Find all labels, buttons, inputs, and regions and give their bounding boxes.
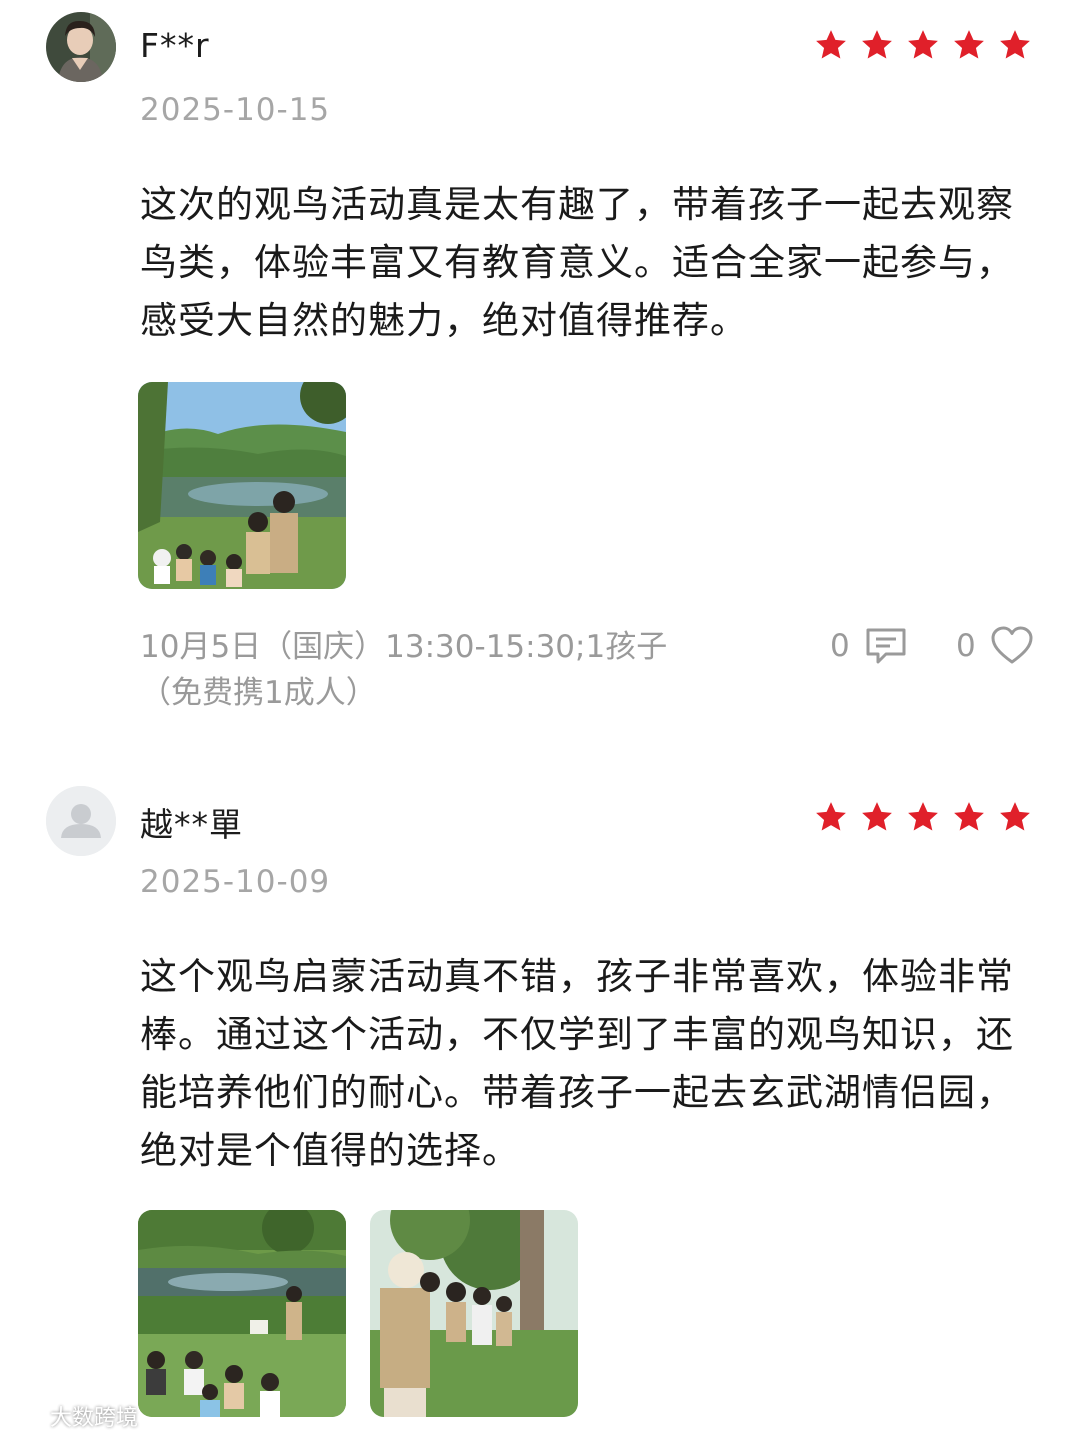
session-info: 10月5日（国庆）13:30-15:30;1孩子（免费携1成人） xyxy=(140,629,668,711)
star-icon xyxy=(862,802,892,831)
star-icon xyxy=(816,802,846,831)
star-icon xyxy=(862,30,892,59)
username: F**r xyxy=(140,26,210,65)
watermark: 大数跨境 xyxy=(10,1400,138,1432)
username: 越**單 xyxy=(140,805,243,844)
review-date: 2025-10-15 xyxy=(140,92,331,128)
rating-stars xyxy=(814,800,1032,834)
watermark-text: 大数跨境 xyxy=(50,1406,139,1431)
review-text: 这个观鸟启蒙活动真不错，孩子非常喜欢，体验非常棒。通过这个活动，不仅学到了丰富的… xyxy=(140,955,1014,1172)
review-photo[interactable] xyxy=(138,382,346,589)
default-avatar-icon xyxy=(46,786,116,856)
star-icon xyxy=(908,30,938,59)
star-icon xyxy=(1000,30,1030,59)
review-photo[interactable] xyxy=(370,1210,578,1417)
watermark-logo-icon xyxy=(10,1407,41,1425)
star-icon xyxy=(908,802,938,831)
star-icon xyxy=(954,30,984,59)
avatar[interactable] xyxy=(46,12,116,82)
photo-gallery xyxy=(138,1210,578,1417)
photo-gallery xyxy=(138,382,346,589)
review-date: 2025-10-09 xyxy=(140,864,331,900)
avatar[interactable] xyxy=(46,786,116,856)
review-card: F**r 2025-10-15 这次的观鸟活动真是太有趣了，带着孩子一起去观察鸟… xyxy=(0,0,1080,740)
review-card: 越**單 2025-10-09 这个观鸟启蒙活动真不错，孩子非常喜欢，体验非常棒… xyxy=(0,772,1080,1440)
comment-icon xyxy=(866,628,906,664)
comment-button[interactable]: 0 xyxy=(830,626,908,666)
rating-stars xyxy=(814,28,1032,62)
like-button[interactable]: 0 xyxy=(956,626,1034,666)
review-photo[interactable] xyxy=(138,1210,346,1417)
like-count: 0 xyxy=(956,628,976,664)
heart-icon xyxy=(991,626,1033,664)
review-text: 这次的观鸟活动真是太有趣了，带着孩子一起去观察鸟类，体验丰富又有教育意义。适合全… xyxy=(140,183,1014,342)
star-icon xyxy=(1000,802,1030,831)
star-icon xyxy=(954,802,984,831)
star-icon xyxy=(816,30,846,59)
comment-count: 0 xyxy=(830,628,850,664)
